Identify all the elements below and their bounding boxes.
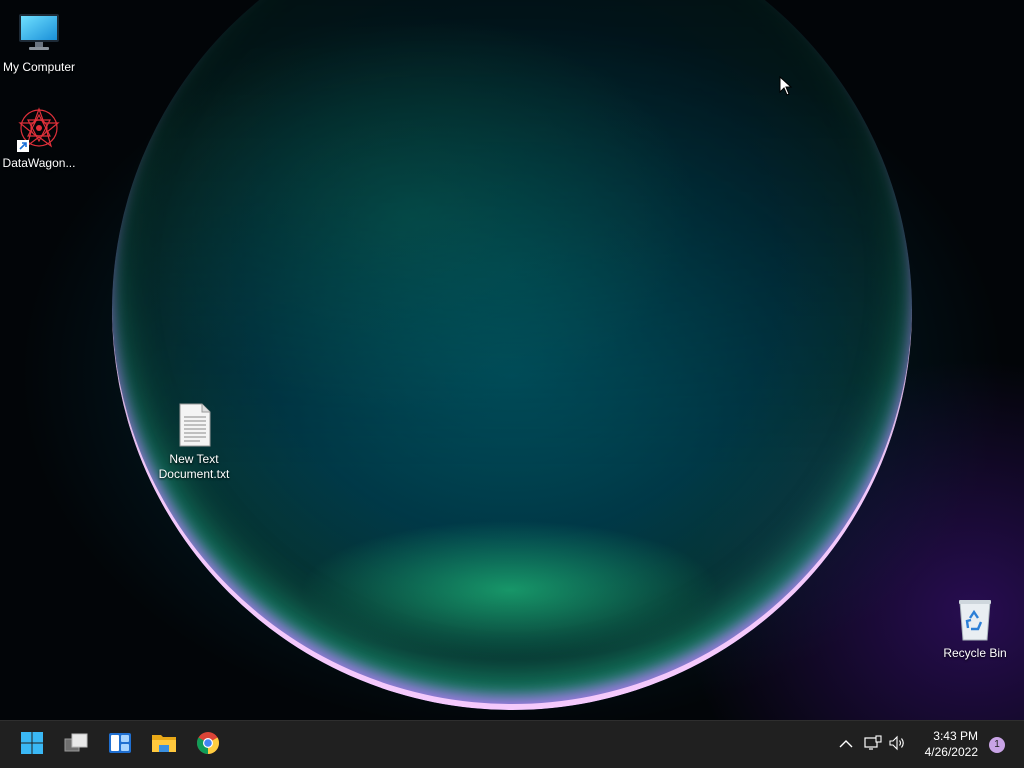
taskbar: 3:43 PM 4/26/2022 1 xyxy=(0,720,1024,768)
recycle-bin-icon xyxy=(951,596,999,644)
desktop-icon-recycle-bin[interactable]: Recycle Bin xyxy=(935,596,1015,661)
clock-date: 4/26/2022 xyxy=(924,745,978,759)
volume-button[interactable] xyxy=(887,721,909,769)
folder-icon xyxy=(151,731,177,760)
clock-button[interactable]: 3:43 PM 4/26/2022 xyxy=(925,728,978,760)
speaker-icon xyxy=(889,735,907,756)
desktop-icon-label: My Computer xyxy=(2,60,76,74)
start-button[interactable] xyxy=(14,727,50,763)
notification-badge[interactable]: 1 xyxy=(989,737,1005,753)
desktop-icon-label: DataWagon... xyxy=(2,156,76,170)
mouse-cursor-icon xyxy=(779,75,793,96)
wallpaper-glow xyxy=(300,520,720,660)
network-icon xyxy=(864,734,882,756)
datawagon-shortcut-icon xyxy=(15,106,63,154)
network-button[interactable] xyxy=(862,721,884,769)
show-hidden-icons-button[interactable] xyxy=(836,721,856,769)
chrome-icon xyxy=(196,731,220,760)
desktop-icon-label: New Text Document.txt xyxy=(158,452,230,481)
desktop-icon-my-computer[interactable]: My Computer xyxy=(0,10,79,75)
file-explorer-button[interactable] xyxy=(146,727,182,763)
task-view-icon xyxy=(63,731,89,760)
desktop-icon-new-text-document[interactable]: New Text Document.txt xyxy=(154,402,234,482)
desktop-icon-datawagon[interactable]: DataWagon... xyxy=(0,106,79,171)
widgets-button[interactable] xyxy=(102,727,138,763)
monitor-icon xyxy=(15,10,63,58)
text-file-icon xyxy=(170,402,218,450)
windows-start-icon xyxy=(20,731,44,760)
clock-time: 3:43 PM xyxy=(933,729,978,743)
chevron-up-icon xyxy=(839,736,853,754)
desktop[interactable]: My Computer DataWagon... New Text Docume… xyxy=(0,0,1024,720)
chrome-button[interactable] xyxy=(190,727,226,763)
task-view-button[interactable] xyxy=(58,727,94,763)
widgets-icon xyxy=(108,731,132,760)
desktop-icon-label: Recycle Bin xyxy=(943,646,1007,660)
